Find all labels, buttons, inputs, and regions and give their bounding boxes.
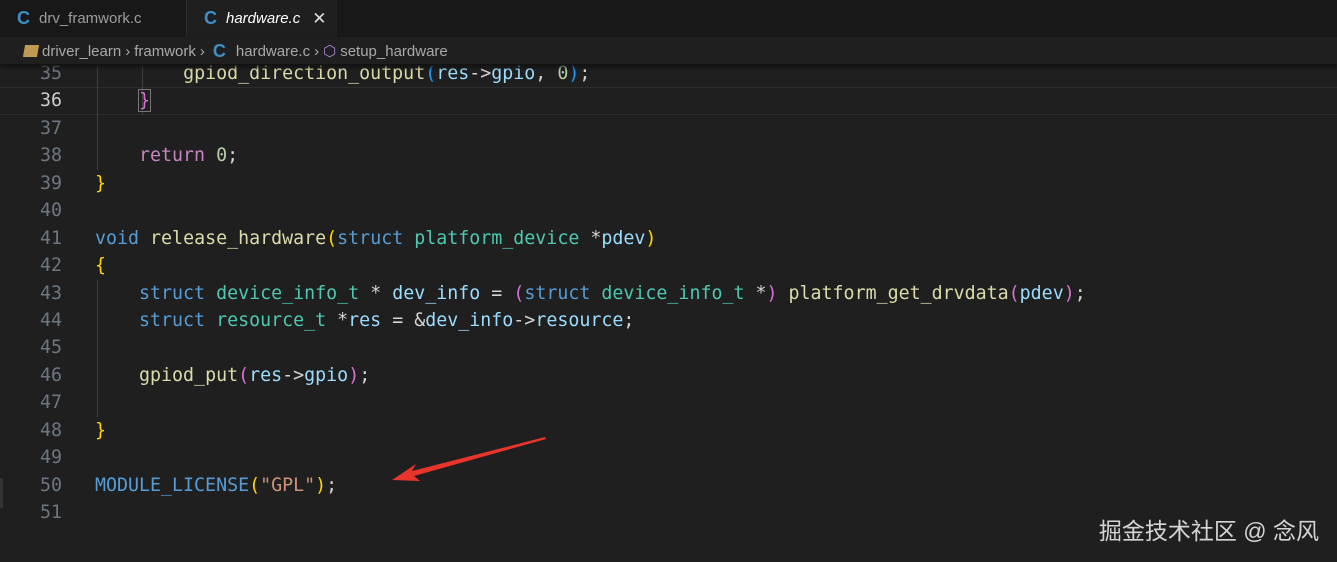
breadcrumb-item[interactable]: hardware.c xyxy=(236,43,310,60)
red-arrow xyxy=(392,437,546,481)
chevron-right-icon: › xyxy=(125,42,131,60)
cube-icon: ⬡ xyxy=(323,43,337,60)
breadcrumb: driver_learn › framwork › C hardware.c › ⬡ … xyxy=(0,38,1337,64)
c-file-icon: C xyxy=(212,40,226,61)
breadcrumb-item[interactable]: driver_learn xyxy=(42,43,121,60)
chevron-right-icon: › xyxy=(199,42,205,60)
chevron-right-icon: › xyxy=(314,42,320,60)
folder-icon xyxy=(22,45,40,57)
watermark: 掘金技术社区 @ 念风 xyxy=(1098,518,1319,544)
breadcrumb-item[interactable]: setup_hardware xyxy=(340,43,448,60)
breadcrumb-item[interactable]: framwork xyxy=(134,43,196,60)
annotation-arrow xyxy=(392,437,546,481)
